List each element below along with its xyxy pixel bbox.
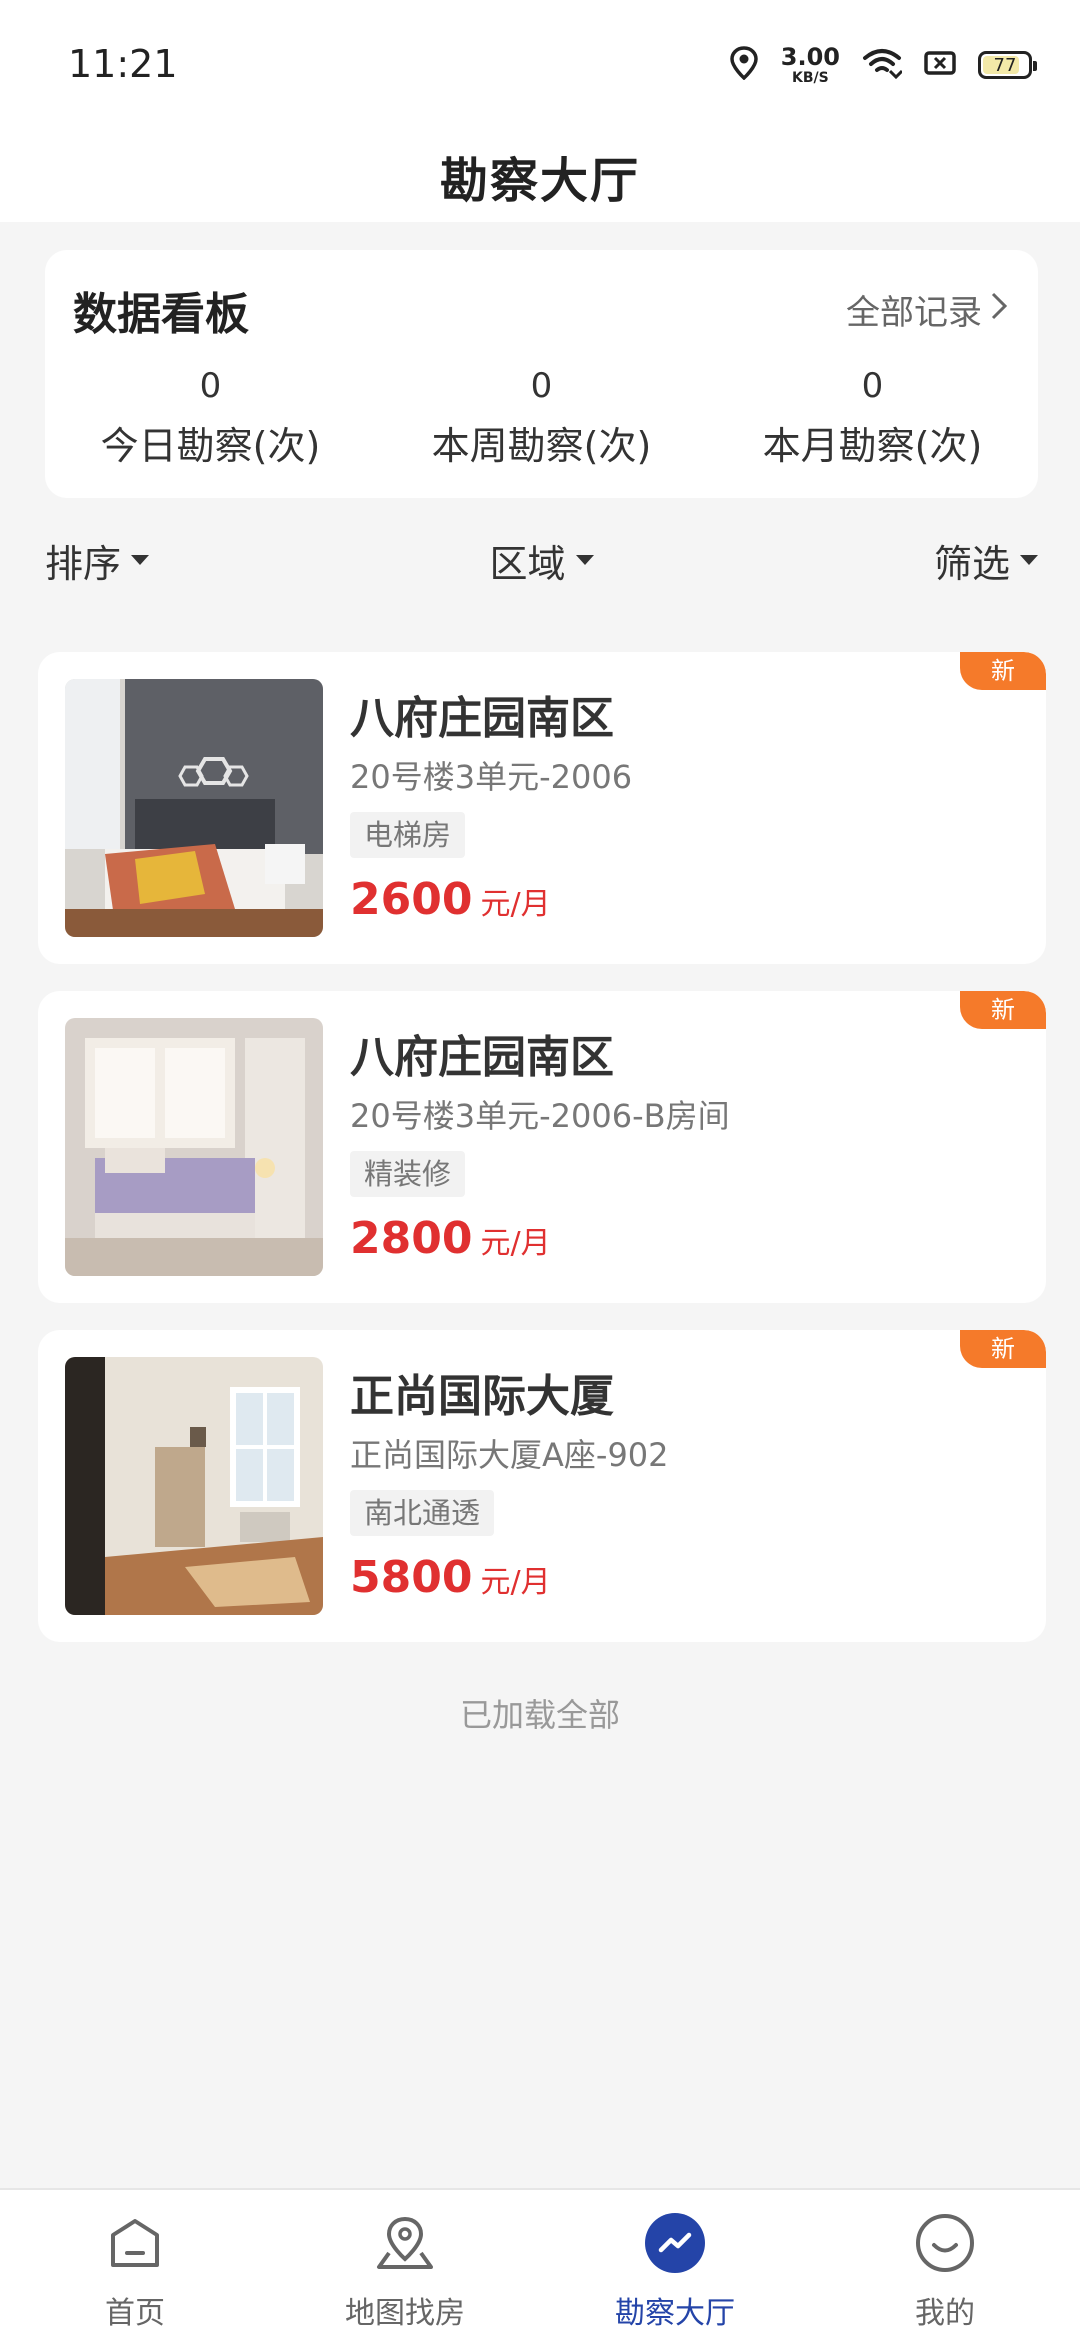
listing-tag: 精装修	[350, 1151, 466, 1197]
all-records-link[interactable]: 全部记录	[846, 285, 1008, 334]
location-icon	[729, 46, 759, 84]
title-bar: 勘察大厅	[0, 130, 1080, 222]
status-icons: 3.00 KB/S 77	[729, 40, 1037, 90]
price-amount: 2800	[350, 1213, 473, 1264]
nav-label: 首页	[105, 2296, 165, 2331]
new-badge: 新	[960, 1330, 1046, 1368]
trend-icon	[642, 2210, 708, 2276]
filter-dropdown[interactable]: 筛选	[934, 533, 1038, 588]
listing-photo	[65, 1357, 323, 1615]
nav-home[interactable]: 首页	[0, 2190, 270, 2340]
sim-icon	[924, 50, 956, 80]
map-pin-icon	[372, 2210, 438, 2276]
load-status: 已加载全部	[459, 1696, 620, 1734]
listing-price: 2800 元/月	[350, 1213, 551, 1264]
stat-label: 今日勘察(次)	[100, 424, 321, 469]
price-unit: 元/月	[480, 1565, 551, 1600]
battery-icon: 77	[978, 51, 1037, 79]
bottom-nav: 首页 地图找房 勘察大厅 我的	[0, 2188, 1080, 2340]
listing-photo	[65, 1018, 323, 1276]
new-badge: 新	[960, 652, 1046, 690]
new-badge: 新	[960, 991, 1046, 1029]
listing-tag: 电梯房	[350, 812, 466, 858]
listing-card[interactable]: 八府庄园南区 20号楼3单元-2006-B房间 精装修 2800 元/月 新	[38, 991, 1046, 1303]
stat-label: 本周勘察(次)	[431, 424, 652, 469]
listing-photo	[65, 679, 323, 937]
net-speed-unit: KB/S	[792, 70, 829, 86]
battery-level: 77	[993, 54, 1017, 76]
listing-address: 正尚国际大厦A座-902	[350, 1436, 669, 1474]
price-unit: 元/月	[480, 887, 551, 922]
sort-label: 排序	[45, 541, 122, 586]
stat-month: 0 本月勘察(次)	[707, 366, 1038, 470]
nav-survey-hall[interactable]: 勘察大厅	[540, 2190, 810, 2340]
listing-price: 2600 元/月	[350, 874, 551, 925]
stat-label: 本月勘察(次)	[762, 424, 983, 469]
page-title: 勘察大厅	[439, 153, 640, 209]
stat-week: 0 本周勘察(次)	[376, 366, 707, 470]
listing-price: 5800 元/月	[350, 1552, 551, 1603]
filter-label: 筛选	[933, 541, 1010, 586]
home-icon	[102, 2210, 168, 2276]
smile-icon	[912, 2210, 978, 2276]
price-amount: 2600	[350, 874, 473, 925]
listing-name: 八府庄园南区	[350, 1032, 614, 1083]
listing-name: 八府庄园南区	[350, 693, 614, 744]
stat-today: 0 今日勘察(次)	[45, 366, 376, 470]
price-amount: 5800	[350, 1552, 473, 1603]
listing-tag: 南北通透	[350, 1490, 495, 1536]
caret-down-icon	[575, 555, 594, 565]
listing-name: 正尚国际大厦	[350, 1371, 614, 1422]
net-speed: 3.00 KB/S	[781, 45, 840, 85]
status-bar: 11:21 3.00 KB/S 77	[0, 0, 1080, 130]
nav-label: 地图找房	[345, 2296, 465, 2331]
stat-value: 0	[530, 366, 553, 406]
price-unit: 元/月	[480, 1226, 551, 1261]
nav-mine[interactable]: 我的	[810, 2190, 1080, 2340]
listing-card[interactable]: 八府庄园南区 20号楼3单元-2006 电梯房 2600 元/月 新	[38, 652, 1046, 964]
nav-label: 勘察大厅	[615, 2296, 735, 2331]
listing-address: 20号楼3单元-2006	[350, 758, 633, 796]
listing-address: 20号楼3单元-2006-B房间	[350, 1097, 730, 1135]
stat-value: 0	[199, 366, 222, 406]
wifi-icon	[862, 47, 904, 83]
nav-map[interactable]: 地图找房	[270, 2190, 540, 2340]
sort-dropdown[interactable]: 排序	[45, 533, 150, 588]
area-label: 区域	[489, 541, 566, 586]
caret-down-icon	[1019, 555, 1038, 565]
listing-card[interactable]: 正尚国际大厦 正尚国际大厦A座-902 南北通透 5800 元/月 新	[38, 1330, 1046, 1642]
caret-down-icon	[131, 555, 150, 565]
area-dropdown[interactable]: 区域	[489, 533, 594, 588]
status-time: 11:21	[68, 42, 178, 86]
stat-value: 0	[861, 366, 884, 406]
nav-label: 我的	[915, 2296, 975, 2331]
filter-bar: 排序 区域 筛选	[45, 530, 1038, 590]
data-dashboard: 数据看板 全部记录 0 今日勘察(次) 0 本周勘察(次) 0 本月勘察(次)	[45, 250, 1038, 498]
dashboard-title: 数据看板	[73, 289, 249, 340]
all-records-label: 全部记录	[846, 293, 982, 333]
net-speed-value: 3.00	[780, 43, 840, 71]
dashboard-stats: 0 今日勘察(次) 0 本周勘察(次) 0 本月勘察(次)	[45, 366, 1038, 470]
chevron-right-icon	[990, 290, 1008, 330]
